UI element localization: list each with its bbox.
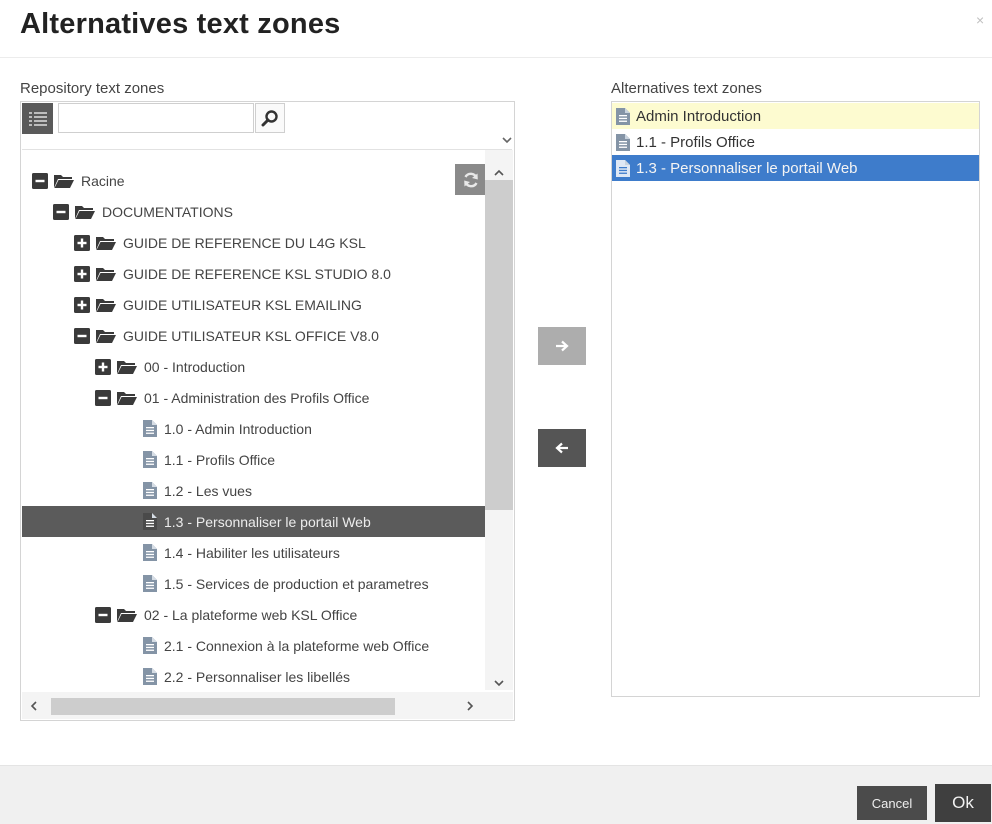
- remove-from-alternatives-button[interactable]: [538, 429, 586, 467]
- alternative-item-label: Admin Introduction: [636, 107, 762, 125]
- document-icon: [143, 482, 157, 499]
- document-icon: [143, 544, 157, 561]
- alternatives-list: Admin Introduction 1.1 - Profils Office 1.…: [611, 101, 980, 697]
- tree-node-label: GUIDE UTILISATEUR KSL EMAILING: [123, 296, 362, 313]
- tree-node-label: 1.0 - Admin Introduction: [164, 420, 312, 437]
- folder-open-icon: [117, 360, 137, 374]
- document-icon: [143, 668, 157, 685]
- tree-node-label: DOCUMENTATIONS: [102, 203, 233, 220]
- alternative-item[interactable]: 1.3 - Personnaliser le portail Web: [612, 155, 979, 181]
- scroll-up-icon[interactable]: [492, 166, 506, 180]
- folder-open-icon: [54, 174, 74, 188]
- tree-file-row[interactable]: 1.4 - Habiliter les utilisateurs: [22, 537, 485, 568]
- list-icon: [28, 111, 47, 126]
- tree-node-label: 1.4 - Habiliter les utilisateurs: [164, 544, 340, 561]
- tree-file-row[interactable]: 2.1 - Connexion à la plateforme web Offi…: [22, 630, 485, 661]
- document-icon: [143, 513, 157, 530]
- tree-node-label: GUIDE UTILISATEUR KSL OFFICE V8.0: [123, 327, 379, 344]
- minus-square-icon[interactable]: [32, 172, 48, 189]
- tree-folder-row[interactable]: GUIDE DE REFERENCE KSL STUDIO 8.0: [22, 258, 485, 289]
- minus-square-icon[interactable]: [74, 327, 90, 344]
- tree-node-label: 1.2 - Les vues: [164, 482, 252, 499]
- tree-node-label: 1.1 - Profils Office: [164, 451, 276, 468]
- scroll-left-icon[interactable]: [27, 699, 41, 713]
- arrow-right-icon: [556, 340, 569, 352]
- alternatives-label: Alternatives text zones: [611, 80, 762, 97]
- tree-file-row[interactable]: 1.0 - Admin Introduction: [22, 413, 485, 444]
- tree-folder-row[interactable]: 00 - Introduction: [22, 351, 485, 382]
- document-icon: [616, 159, 630, 177]
- alternative-item-label: 1.1 - Profils Office: [636, 133, 755, 151]
- tree-node-label: 2.1 - Connexion à la plateforme web Offi…: [164, 637, 430, 654]
- tree-node-label: 00 - Introduction: [144, 358, 246, 375]
- tree-node-label: 2.2 - Personnaliser les libellés: [164, 668, 350, 685]
- minus-square-icon[interactable]: [53, 203, 69, 220]
- add-to-alternatives-button[interactable]: [538, 327, 586, 365]
- alternative-item[interactable]: 1.1 - Profils Office: [612, 129, 979, 155]
- tree-folder-row[interactable]: GUIDE UTILISATEUR KSL OFFICE V8.0: [22, 320, 485, 351]
- document-icon: [143, 575, 157, 592]
- tree-file-row[interactable]: 1.5 - Services de production et parametr…: [22, 568, 485, 599]
- minus-square-icon[interactable]: [95, 389, 111, 406]
- arrow-left-icon: [555, 442, 568, 454]
- search-button[interactable]: [255, 103, 285, 133]
- repository-tree: Racine DOCUMENTATIONS GUIDE DE REFERENCE D…: [22, 150, 485, 690]
- alternative-item[interactable]: Admin Introduction: [612, 103, 979, 129]
- dialog-footer: [0, 765, 992, 824]
- tree-folder-row[interactable]: 02 - La plateforme web KSL Office: [22, 599, 485, 630]
- folder-open-icon: [96, 329, 116, 343]
- vertical-scroll-thumb[interactable]: [485, 180, 513, 510]
- ok-button[interactable]: Ok: [935, 784, 991, 822]
- scroll-down-icon[interactable]: [492, 676, 506, 690]
- tree-folder-row[interactable]: Racine: [22, 165, 485, 196]
- tree-folder-row[interactable]: GUIDE UTILISATEUR KSL EMAILING: [22, 289, 485, 320]
- repository-label: Repository text zones: [20, 80, 165, 97]
- cancel-button[interactable]: Cancel: [857, 786, 927, 820]
- search-input[interactable]: [58, 103, 254, 133]
- tree-node-label: 1.5 - Services de production et parametr…: [164, 575, 429, 592]
- scroll-right-icon[interactable]: [463, 699, 477, 713]
- tree-node-label: Racine: [81, 172, 125, 189]
- refresh-icon: [464, 172, 478, 187]
- document-icon: [143, 451, 157, 468]
- folder-open-icon: [96, 298, 116, 312]
- tree-node-label: GUIDE DE REFERENCE KSL STUDIO 8.0: [123, 265, 391, 282]
- plus-square-icon[interactable]: [74, 265, 90, 282]
- tree-file-row[interactable]: 1.2 - Les vues: [22, 475, 485, 506]
- document-icon: [143, 420, 157, 437]
- document-icon: [616, 133, 630, 151]
- magnifier-icon: [261, 110, 278, 127]
- tree-node-label: GUIDE DE REFERENCE DU L4G KSL: [123, 234, 366, 251]
- folder-open-icon: [117, 608, 137, 622]
- tree-node-label: 02 - La plateforme web KSL Office: [144, 606, 358, 623]
- repository-panel: Racine DOCUMENTATIONS GUIDE DE REFERENCE D…: [20, 101, 515, 721]
- tree-folder-row[interactable]: 01 - Administration des Profils Office: [22, 382, 485, 413]
- title-divider: [0, 57, 992, 58]
- plus-square-icon[interactable]: [74, 296, 90, 313]
- tree-file-row[interactable]: 2.2 - Personnaliser les libellés: [22, 661, 485, 690]
- tree-folder-row[interactable]: DOCUMENTATIONS: [22, 196, 485, 227]
- tree-file-row[interactable]: 1.1 - Profils Office: [22, 444, 485, 475]
- close-icon[interactable]: ×: [976, 12, 984, 28]
- tree-folder-row[interactable]: GUIDE DE REFERENCE DU L4G KSL: [22, 227, 485, 258]
- folder-open-icon: [96, 236, 116, 250]
- document-icon: [143, 637, 157, 654]
- tree-file-row[interactable]: 1.3 - Personnaliser le portail Web: [22, 506, 485, 537]
- refresh-button[interactable]: [455, 164, 487, 195]
- document-icon: [616, 107, 630, 125]
- plus-square-icon[interactable]: [74, 234, 90, 251]
- plus-square-icon[interactable]: [95, 358, 111, 375]
- menu-button[interactable]: [22, 103, 53, 134]
- folder-open-icon: [117, 391, 137, 405]
- tree-node-label: 01 - Administration des Profils Office: [144, 389, 370, 406]
- folder-open-icon: [96, 267, 116, 281]
- tree-node-label: 1.3 - Personnaliser le portail Web: [164, 513, 371, 530]
- chevron-down-icon[interactable]: [500, 133, 514, 147]
- horizontal-scroll-thumb[interactable]: [51, 698, 395, 715]
- minus-square-icon[interactable]: [95, 606, 111, 623]
- alternative-item-label: 1.3 - Personnaliser le portail Web: [636, 159, 858, 177]
- folder-open-icon: [75, 205, 95, 219]
- dialog-title: Alternatives text zones: [20, 8, 341, 40]
